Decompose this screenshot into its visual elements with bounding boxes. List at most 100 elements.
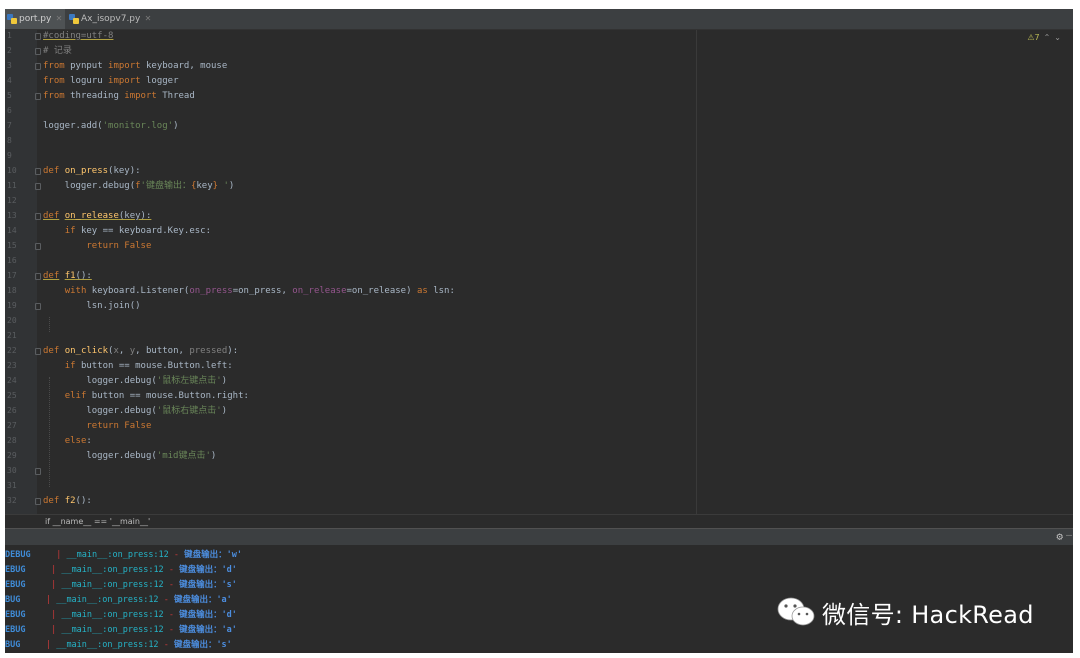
code-line: def on_press(key): bbox=[43, 166, 141, 176]
line-number: 10 bbox=[7, 166, 17, 175]
console-line: EBUG | __main__:on_press:12 - 键盘输出：'a' bbox=[5, 625, 237, 635]
fold-marker-icon[interactable] bbox=[35, 33, 41, 40]
console-line: EBUG | __main__:on_press:12 - 键盘输出：'d' bbox=[5, 565, 237, 575]
line-number: 6 bbox=[7, 106, 12, 115]
inspection-widget[interactable]: ⚠7 ⌃ ⌄ bbox=[1027, 33, 1061, 42]
fold-marker-icon[interactable] bbox=[35, 168, 41, 175]
code-line: return False bbox=[86, 421, 152, 431]
chevron-up-icon[interactable]: ⌃ bbox=[1044, 33, 1051, 42]
console-line: BUG | __main__:on_press:12 - 键盘输出：'a' bbox=[5, 595, 232, 605]
close-icon[interactable]: ✕ bbox=[145, 9, 152, 29]
code-line: logger.add('monitor.log') bbox=[43, 121, 179, 131]
fold-marker-icon[interactable] bbox=[35, 498, 41, 505]
code-line: # 记录 bbox=[43, 45, 72, 57]
line-number: 18 bbox=[7, 286, 17, 295]
close-icon[interactable]: ✕ bbox=[56, 9, 63, 29]
wechat-icon bbox=[777, 597, 815, 626]
line-number: 9 bbox=[7, 151, 12, 160]
line-number: 20 bbox=[7, 316, 17, 325]
code-line: from loguru import logger bbox=[43, 76, 179, 86]
code-line: def on_release(key): bbox=[43, 211, 152, 221]
line-number: 8 bbox=[7, 136, 12, 145]
line-number: 17 bbox=[7, 271, 17, 280]
code-line: if key == keyboard.Key.esc: bbox=[64, 226, 211, 236]
fold-marker-icon[interactable] bbox=[35, 303, 41, 310]
line-number: 15 bbox=[7, 241, 17, 250]
fold-marker-icon[interactable] bbox=[35, 273, 41, 280]
breadcrumb[interactable]: if __name__ == '__main__' bbox=[45, 515, 150, 529]
line-number: 1 bbox=[7, 31, 12, 40]
code-line: with keyboard.Listener(on_press=on_press… bbox=[64, 286, 455, 296]
ide-window: port.py ✕ Ax_isopv7.py ✕ 1 2 3 4 5 6 7 8… bbox=[5, 9, 1073, 653]
code-line: logger.debug('鼠标左键点击') bbox=[43, 376, 228, 386]
tab-label: Ax_isopv7.py bbox=[81, 14, 141, 24]
code-line: logger.debug(f'键盘输出：{key} ') bbox=[43, 181, 235, 191]
fold-marker-icon[interactable] bbox=[35, 243, 41, 250]
line-number: 7 bbox=[7, 121, 12, 130]
line-number: 2 bbox=[7, 46, 12, 55]
tab-ax-isopv7-py[interactable]: Ax_isopv7.py ✕ bbox=[67, 9, 154, 29]
minimize-icon[interactable]: – bbox=[1066, 530, 1072, 541]
line-number: 11 bbox=[7, 181, 17, 190]
line-number: 30 bbox=[7, 466, 17, 475]
line-number: 28 bbox=[7, 436, 17, 445]
code-line: logger.debug('mid键点击') bbox=[43, 451, 217, 461]
code-line: elif button == mouse.Button.right: bbox=[64, 391, 249, 401]
line-number: 12 bbox=[7, 196, 17, 205]
code-line: return False bbox=[86, 241, 152, 251]
console-line: EBUG | __main__:on_press:12 - 键盘输出：'s' bbox=[5, 580, 237, 590]
line-number: 22 bbox=[7, 346, 17, 355]
line-number: 13 bbox=[7, 211, 17, 220]
line-number: 32 bbox=[7, 496, 17, 505]
line-number: 3 bbox=[7, 61, 12, 70]
indent-guide bbox=[49, 317, 50, 332]
line-number: 25 bbox=[7, 391, 17, 400]
warning-count: 7 bbox=[1034, 33, 1040, 42]
code-text: # 记录 bbox=[43, 46, 72, 56]
line-number: 21 bbox=[7, 331, 17, 340]
fold-marker-icon[interactable] bbox=[35, 213, 41, 220]
tab-port-py[interactable]: port.py ✕ bbox=[5, 9, 66, 29]
line-number: 29 bbox=[7, 451, 17, 460]
right-margin-guide bbox=[696, 30, 697, 514]
code-text: #coding=utf-8 bbox=[43, 31, 114, 41]
fold-marker-icon[interactable] bbox=[35, 48, 41, 55]
line-number: 4 bbox=[7, 76, 12, 85]
tab-label: port.py bbox=[19, 14, 52, 24]
watermark-text: 微信号: HackRead bbox=[822, 600, 1034, 629]
code-line: def f1(): bbox=[43, 271, 92, 281]
warning-icon: ⚠ bbox=[1027, 33, 1035, 42]
editor-tab-bar: port.py ✕ Ax_isopv7.py ✕ bbox=[5, 9, 1073, 30]
console-line: DEBUG | __main__:on_press:12 - 键盘输出：'w' bbox=[5, 550, 243, 560]
line-number: 14 bbox=[7, 226, 17, 235]
console-line: EBUG | __main__:on_press:12 - 键盘输出：'d' bbox=[5, 610, 237, 620]
python-file-icon bbox=[69, 14, 79, 24]
line-number: 31 bbox=[7, 481, 17, 490]
wechat-watermark: 微信号: HackRead bbox=[776, 592, 1034, 632]
gear-icon[interactable]: ⚙ bbox=[1056, 530, 1063, 543]
code-editor[interactable]: 1 2 3 4 5 6 7 8 9 10 11 12 13 14 15 16 1… bbox=[5, 30, 1073, 514]
code-line: from threading import Thread bbox=[43, 91, 195, 101]
code-line: lsn.join() bbox=[43, 301, 141, 311]
console-line: BUG | __main__:on_press:12 - 键盘输出：'s' bbox=[5, 640, 232, 650]
run-panel-header: ⚙ – bbox=[5, 528, 1073, 545]
fold-marker-icon[interactable] bbox=[35, 183, 41, 190]
fold-marker-icon[interactable] bbox=[35, 348, 41, 355]
code-line: logger.debug('鼠标右键点击') bbox=[43, 406, 228, 416]
code-line: def on_click(x, y, button, pressed): bbox=[43, 346, 239, 356]
code-line: from pynput import keyboard, mouse bbox=[43, 61, 228, 71]
line-number: 16 bbox=[7, 256, 17, 265]
python-file-icon bbox=[7, 14, 17, 24]
line-number: 23 bbox=[7, 361, 17, 370]
line-number: 26 bbox=[7, 406, 17, 415]
fold-marker-icon[interactable] bbox=[35, 468, 41, 475]
code-line: #coding=utf-8 bbox=[43, 30, 113, 42]
code-line: if button == mouse.Button.left: bbox=[64, 361, 233, 371]
fold-marker-icon[interactable] bbox=[35, 93, 41, 100]
fold-marker-icon[interactable] bbox=[35, 63, 41, 70]
line-number: 5 bbox=[7, 91, 12, 100]
line-number: 24 bbox=[7, 376, 17, 385]
line-number: 27 bbox=[7, 421, 17, 430]
chevron-down-icon[interactable]: ⌄ bbox=[1054, 33, 1061, 42]
code-line: else: bbox=[64, 436, 92, 446]
